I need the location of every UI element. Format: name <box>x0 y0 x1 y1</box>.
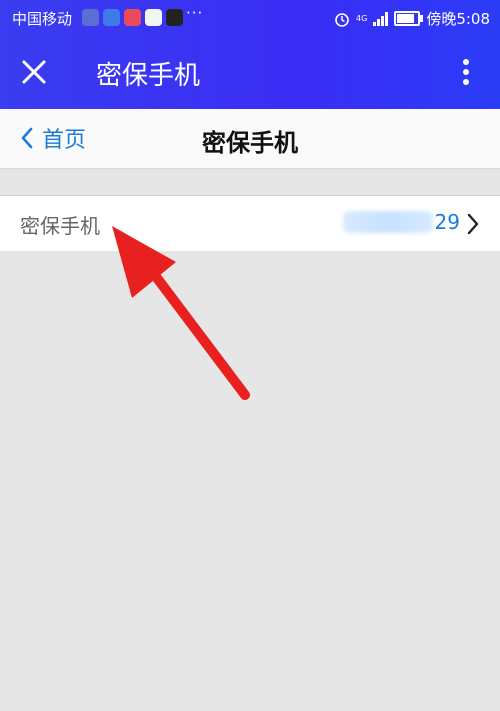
map-pin-app-icon <box>145 9 162 26</box>
toolbar-title: 密保手机 <box>96 61 201 91</box>
clock: 傍晚5:08 <box>426 10 490 28</box>
signal-strength-icon <box>373 11 389 26</box>
network-type-label: 4G <box>356 13 368 23</box>
chevron-right-icon <box>467 213 479 235</box>
more-vertical-icon[interactable] <box>456 56 476 88</box>
status-right: 4G 傍晚5:08 <box>334 8 490 29</box>
video-app-icon <box>103 9 120 26</box>
app-toolbar: 密保手机 <box>0 36 500 109</box>
close-icon[interactable] <box>16 54 52 90</box>
more-notifications-indicator: ··· <box>186 4 204 22</box>
row-value: 29 <box>342 210 460 234</box>
phone-suffix: 29 <box>434 210 460 234</box>
play-app-icon <box>124 9 141 26</box>
battery-icon <box>394 11 424 26</box>
page-title: 密保手机 <box>202 129 298 157</box>
notification-icons <box>82 9 183 26</box>
status-bar: 中国移动 ··· 4G 傍晚5:08 <box>0 0 500 36</box>
tiktok-app-icon <box>166 9 183 26</box>
activity-app-icon <box>82 9 99 26</box>
row-label: 密保手机 <box>20 214 100 238</box>
masked-phone-number <box>342 211 433 233</box>
security-phone-row[interactable]: 密保手机 29 <box>0 195 500 251</box>
alarm-icon <box>335 12 349 27</box>
carrier-label: 中国移动 <box>12 10 73 28</box>
page-nav-bar: 首页 密保手机 <box>0 109 500 169</box>
